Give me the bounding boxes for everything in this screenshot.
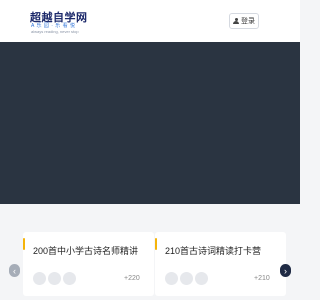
logo-subtitle: always reading, never stop [31, 29, 79, 34]
learner-count: +220 [124, 275, 140, 282]
course-card[interactable]: 210首古诗词精读打卡营 +210 [155, 232, 286, 296]
avatar [165, 272, 178, 285]
avatar [180, 272, 193, 285]
login-label: 登录 [241, 18, 255, 25]
chevron-left-icon: ‹ [13, 265, 16, 276]
course-title: 200首中小学古诗名师精讲 [33, 246, 139, 256]
learner-avatars [165, 272, 208, 285]
carousel-prev-button[interactable]: ‹ [9, 264, 20, 277]
avatar [63, 272, 76, 285]
learner-avatars [33, 272, 76, 285]
site-header: 超越自学网 A 乐 园 · 乐 看 悦 always reading, neve… [0, 0, 300, 42]
site-logo[interactable]: 超越自学网 A 乐 园 · 乐 看 悦 always reading, neve… [30, 9, 100, 37]
learner-count: +210 [254, 275, 270, 282]
chevron-right-icon: › [284, 265, 287, 276]
user-icon [233, 17, 239, 25]
avatar [33, 272, 46, 285]
logo-slogan: A 乐 园 · 乐 看 悦 [31, 23, 76, 29]
avatar [48, 272, 61, 285]
login-button[interactable]: 登录 [229, 13, 259, 29]
card-accent-bar [23, 238, 25, 250]
hero-banner[interactable] [0, 42, 300, 204]
course-card[interactable]: 200首中小学古诗名师精讲 +220 [23, 232, 154, 296]
avatar [195, 272, 208, 285]
course-title: 210首古诗词精读打卡营 [165, 246, 262, 256]
carousel-next-button[interactable]: › [280, 264, 291, 277]
card-accent-bar [155, 238, 157, 250]
